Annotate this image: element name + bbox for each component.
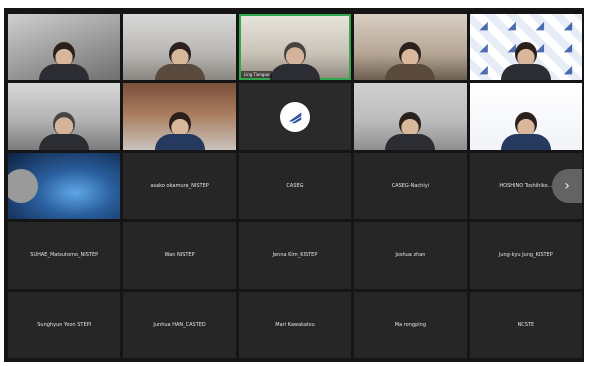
participant-name: Junhua HAN_CASTED — [153, 321, 206, 328]
participant-name: Joshua zhan — [395, 252, 426, 259]
participant-name: HOSHINO Toshihiko... — [499, 182, 553, 189]
participant-name-tile[interactable]: Ma rongping — [354, 291, 467, 358]
participant-figure — [39, 42, 90, 81]
participant-name: Jenna Kim_KISTEP — [272, 252, 318, 259]
participant-name: NCSTE — [517, 321, 535, 328]
participant-name: Sunghyun Yoon STEPI — [37, 321, 92, 328]
participant-name: SUHAE_Matsutomo_NISTEP — [30, 252, 99, 259]
participant-video-tile[interactable] — [8, 83, 121, 150]
participant-name-tile[interactable]: Junhua HAN_CASTED — [123, 291, 236, 358]
participant-video-tile-active-speaker[interactable]: Ling Tianguo — [238, 14, 352, 81]
participant-name-tile[interactable]: Jung-kyu Jung_KISTEP — [469, 222, 582, 289]
next-page-button[interactable]: › — [552, 168, 582, 203]
participant-name-tile[interactable]: CASEG-Nachiyi — [354, 152, 467, 220]
participant-video-tile[interactable] — [123, 83, 236, 150]
participant-video-tile[interactable]: ◢◢◢◢ ◢◢◢◢ ◢◢◢◢ — [469, 14, 582, 81]
participant-avatar — [8, 168, 38, 203]
participant-name: CASEG-Nachiyi — [391, 182, 430, 189]
participant-grid: Ling Tianguo ◢◢◢◢ ◢◢◢◢ ◢◢◢◢ — [8, 14, 582, 358]
participant-video-tile[interactable] — [354, 83, 467, 150]
participant-figure — [269, 42, 320, 81]
participant-figure — [154, 111, 205, 150]
participant-video-tile[interactable] — [354, 14, 467, 81]
participant-name: Ma rongping — [394, 321, 426, 328]
participant-logo-tile[interactable] — [238, 83, 352, 150]
participant-figure — [500, 42, 551, 81]
organization-logo-icon — [279, 101, 310, 132]
participant-video-tile[interactable] — [469, 83, 582, 150]
participant-name-tile[interactable]: CASEG — [238, 152, 352, 220]
participant-video-tile[interactable] — [8, 14, 121, 81]
chevron-right-icon: › — [564, 177, 570, 194]
participant-figure — [385, 42, 436, 81]
participant-name: Wan NISTEP — [164, 252, 195, 259]
participant-figure — [500, 111, 551, 150]
participant-name-tile[interactable]: asako okamura_NISTEP — [123, 152, 236, 220]
participant-name-tile[interactable]: NCSTE — [469, 291, 582, 358]
participant-figure — [385, 111, 436, 150]
participant-name-tile[interactable]: Mari Kawakatsu — [238, 291, 352, 358]
meeting-window: Ling Tianguo ◢◢◢◢ ◢◢◢◢ ◢◢◢◢ — [4, 8, 584, 362]
participant-name-tile[interactable]: Sunghyun Yoon STEPI — [8, 291, 121, 358]
participant-name-tile[interactable]: SUHAE_Matsutomo_NISTEP — [8, 222, 121, 289]
participant-video-tile[interactable] — [123, 14, 236, 81]
participant-name-tile[interactable]: Jenna Kim_KISTEP — [238, 222, 352, 289]
participant-name-tile[interactable]: HOSHINO Toshihiko... › — [469, 152, 582, 220]
participant-name: Mari Kawakatsu — [275, 321, 315, 328]
participant-video-tile[interactable] — [8, 152, 121, 220]
participant-name: CASEG — [286, 182, 304, 189]
participant-figure — [39, 111, 90, 150]
participant-name-tag: Ling Tianguo — [240, 71, 273, 79]
participant-name-tile[interactable]: Wan NISTEP — [123, 222, 236, 289]
participant-name: Jung-kyu Jung_KISTEP — [498, 252, 553, 259]
participant-figure — [154, 42, 205, 81]
participant-name-tile[interactable]: Joshua zhan — [354, 222, 467, 289]
participant-name: asako okamura_NISTEP — [150, 182, 209, 189]
